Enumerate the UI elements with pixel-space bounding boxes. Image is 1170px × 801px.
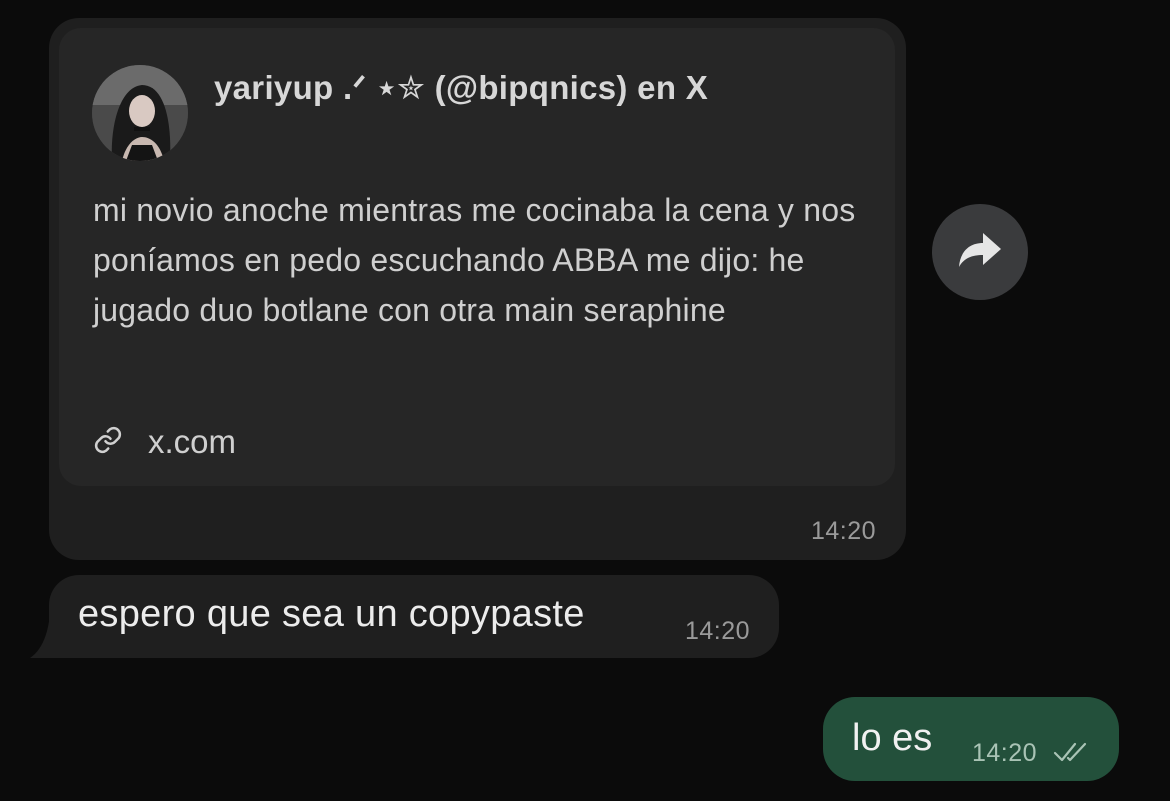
chat-view: yariyup .ᐟ ⋆✮ (@bipqnics) en X mi novio … bbox=[0, 0, 1170, 801]
preview-title: yariyup .ᐟ ⋆✮ (@bipqnics) en X bbox=[214, 69, 709, 106]
forward-button[interactable] bbox=[932, 204, 1028, 300]
forward-arrow-icon bbox=[956, 230, 1004, 275]
link-preview-message[interactable]: yariyup .ᐟ ⋆✮ (@bipqnics) en X mi novio … bbox=[49, 18, 906, 560]
message-text: espero que sea un copypaste bbox=[78, 593, 585, 635]
link-icon bbox=[93, 425, 148, 460]
incoming-message[interactable]: espero que sea un copypaste 14:20 bbox=[49, 575, 779, 658]
message-timestamp: 14:20 bbox=[972, 739, 1038, 767]
message-timestamp: 14:20 bbox=[684, 617, 750, 645]
message-timestamp: 14:20 bbox=[810, 517, 876, 545]
double-check-icon bbox=[1053, 741, 1089, 768]
preview-body: mi novio anoche mientras me cocinaba la … bbox=[93, 192, 856, 328]
link-preview-card[interactable]: yariyup .ᐟ ⋆✮ (@bipqnics) en X mi novio … bbox=[59, 28, 895, 486]
outgoing-message[interactable]: lo es 14:20 bbox=[823, 697, 1119, 781]
message-text: lo es bbox=[852, 717, 933, 759]
link-label[interactable]: x.com bbox=[148, 423, 236, 461]
avatar bbox=[92, 65, 188, 161]
preview-link[interactable]: x.com bbox=[93, 423, 236, 461]
